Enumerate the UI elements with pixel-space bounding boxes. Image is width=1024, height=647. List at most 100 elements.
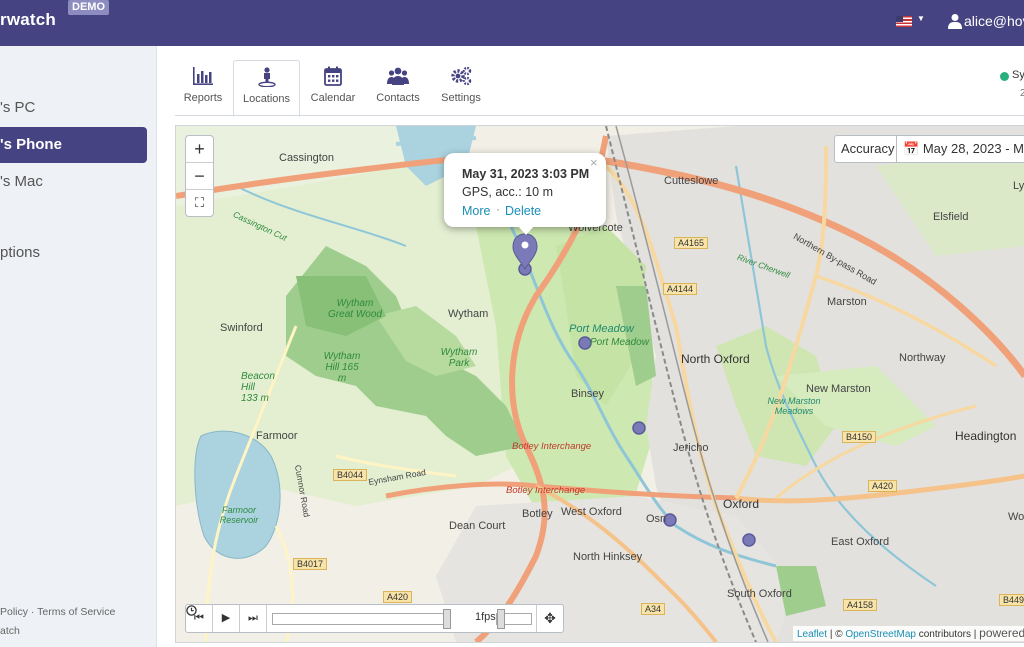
road-shield: A4165 [674,237,709,249]
zoom-in-button[interactable]: + [186,136,213,163]
map-label: Wytham Park [440,347,478,369]
fps-label: 1fps [475,611,496,623]
users-icon [387,67,409,85]
leaflet-link[interactable]: Leaflet [797,629,827,640]
map-label: Headington [955,429,1017,443]
location-map[interactable]: Cassington Cutteslowe Elsfield Wolvercot… [175,125,1024,643]
map-label: Farmoor [256,430,298,442]
footer-links[interactable]: Policy · Terms of Service [0,606,115,618]
map-person-icon [257,67,276,87]
popup-timestamp: May 31, 2023 3:03 PM [462,167,590,181]
map-label: North Hinksey [573,551,643,563]
zoom-control: + − ⛶ [185,135,214,217]
map-label: North Oxford [681,352,750,366]
tab-reports[interactable]: Reports [176,60,230,115]
tab-divider [175,115,1024,116]
popup-separator: · [496,202,500,216]
map-label: Botley [522,508,553,520]
fast-forward-button[interactable]: ⏭ [240,605,267,632]
play-button[interactable]: ▶ [213,605,240,632]
chevron-down-icon[interactable]: ▼ [917,14,925,23]
map-label: South Oxford [727,588,792,600]
tab-locations-label: Locations [242,93,291,105]
map-label: Osn [646,513,667,525]
sync-status-sub: 2 [1020,88,1024,99]
playback-control: ⏮ ▶ ⏭ 1fps ✥ [185,604,564,633]
date-range-picker[interactable]: 📅 May 28, 2023 - May [896,135,1024,163]
road-shield: A420 [383,591,413,603]
map-label: Lyn [1013,180,1024,192]
attribution-sep: | © [829,629,843,640]
gears-icon [451,66,472,86]
map-label: Farmoor Reservoir [219,505,259,525]
tab-reports-label: Reports [183,92,223,104]
popup-more-link[interactable]: More [462,204,490,218]
road-shield: A4158 [843,599,878,611]
tab-calendar-label: Calendar [310,92,356,104]
tab-calendar[interactable]: Calendar [306,60,360,115]
map-label: Wytham Great Wood [328,298,382,320]
tab-contacts[interactable]: Contacts [372,60,424,115]
map-label: Woo [1008,511,1024,523]
close-icon[interactable]: × [590,155,598,170]
sync-status-label: Sy [1012,69,1024,81]
brand-logo[interactable]: rwatch [0,10,56,30]
map-label: East Oxford [831,536,890,548]
map-label: West Oxford [561,506,622,518]
tab-settings[interactable]: Settings [436,60,486,115]
osm-link[interactable]: OpenStreetMap [845,629,916,640]
sync-status-dot [1000,72,1009,81]
playback-timeline-slider[interactable] [272,613,448,625]
road-shield: B4044 [333,469,368,481]
top-navbar: rwatch DEMO ▼ alice@hov [0,0,1024,46]
map-label: Cutteslowe [664,175,719,187]
sidebar-item-pc[interactable]: 's PC [0,99,35,116]
popup-delete-link[interactable]: Delete [505,204,541,218]
map-label: Dean Court [449,520,506,532]
tab-settings-label: Settings [441,92,481,104]
map-label: Jericho [673,442,709,454]
user-menu[interactable]: alice@hov [964,13,1024,29]
road-shield: A34 [641,603,666,615]
demo-badge: DEMO [68,0,109,15]
powered-by-label: powered [979,626,1024,640]
map-attribution: Leaflet | © OpenStreetMap contributors |… [793,626,1024,641]
date-range-label: May 28, 2023 - May [922,141,1024,156]
tab-locations[interactable]: Locations [233,60,300,117]
timeline-handle[interactable] [443,609,451,629]
map-label: Wytham Hill 165 m [323,351,361,384]
sidebar-item-mac[interactable]: 's Mac [0,173,43,190]
road-shield: B4150 [842,431,877,443]
fps-handle[interactable] [497,609,505,629]
map-label: New Marston [806,383,871,395]
clock-icon [186,605,197,616]
map-label: Botley Interchange [512,441,592,452]
move-icon[interactable]: ✥ [536,605,563,632]
sidebar-item-phone[interactable]: 's Phone [0,127,147,163]
road-shield: B4017 [293,558,328,570]
map-label: Wytham [448,308,489,320]
zoom-out-button[interactable]: − [186,163,213,190]
footer-brand: atch [0,625,20,637]
sidebar-item-options[interactable]: ptions [0,244,40,261]
calendar-icon: 📅 [903,141,923,156]
map-label: Cassington [279,152,335,164]
map-label: Oxford [723,497,760,511]
fullscreen-icon[interactable]: ⛶ [186,190,213,216]
popup-tip [517,225,535,235]
map-label: Port Meadow [590,337,649,348]
bar-chart-icon [193,67,213,85]
map-label: Northway [899,352,946,364]
sidebar: 's PC 's Phone 's Mac ptions Policy · Te… [0,46,157,647]
map-label: Marston [827,296,867,308]
road-shield: A4144 [663,283,698,295]
road-shield: A420 [868,480,898,492]
location-popup: May 31, 2023 3:03 PM GPS, acc.: 10 m Mor… [444,153,606,235]
location-marker [742,533,756,547]
user-icon [948,14,962,29]
map-label: New Marston Meadows [767,396,821,416]
map-label: Botley Interchange [506,485,586,496]
us-flag-icon[interactable] [896,16,912,27]
accuracy-toggle-button[interactable]: Accuracy [834,135,902,163]
map-label: Beacon Hill 133 m [241,371,275,404]
